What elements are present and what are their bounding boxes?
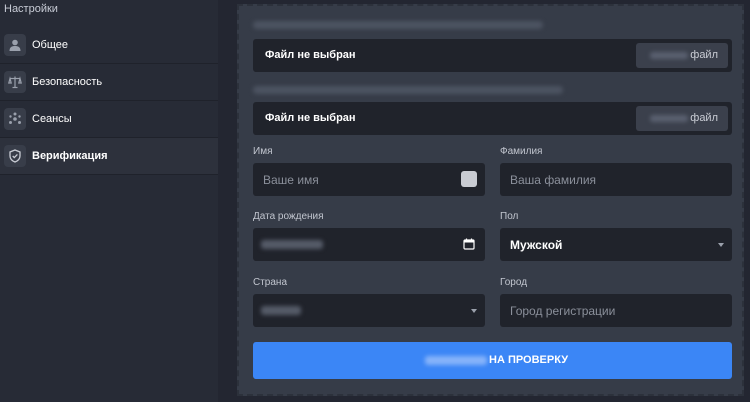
choose-file-button[interactable]: файл: [636, 106, 728, 131]
selfie-upload-row: Файл не выбран файл: [253, 102, 732, 135]
sidebar-menu: Общее Безопасность Сеансы Верификация: [0, 27, 218, 175]
chevron-down-icon: [471, 309, 477, 313]
sidebar-item-security[interactable]: Безопасность: [0, 64, 218, 101]
sidebar-item-general[interactable]: Общее: [0, 27, 218, 64]
file-status: Файл не выбран: [265, 49, 356, 61]
file-status: Файл не выбран: [265, 112, 356, 124]
gender-select[interactable]: Мужской: [500, 228, 732, 261]
calendar-icon[interactable]: [463, 238, 475, 250]
first-name-label: Имя: [253, 146, 273, 157]
submit-for-review-button[interactable]: НА ПРОВЕРКУ: [253, 342, 732, 379]
choose-file-button[interactable]: файл: [636, 43, 728, 68]
sidebar-item-label: Сеансы: [32, 113, 72, 125]
sessions-icon: [4, 108, 26, 130]
last-name-input[interactable]: [500, 163, 732, 196]
country-select[interactable]: [253, 294, 485, 327]
city-input[interactable]: [500, 294, 732, 327]
sidebar-title: Настройки: [4, 3, 58, 15]
scales-icon: [4, 71, 26, 93]
user-icon: [4, 34, 26, 56]
city-label: Город: [500, 277, 528, 288]
last-name-label: Фамилия: [500, 146, 543, 157]
choose-file-label: файл: [690, 112, 718, 124]
country-label: Страна: [253, 277, 288, 288]
blurred-instruction: [253, 21, 543, 29]
sidebar-item-label: Верификация: [32, 150, 108, 162]
blurred-button-text: [425, 356, 487, 365]
sidebar-item-label: Безопасность: [32, 76, 103, 88]
birth-date-input[interactable]: [253, 228, 485, 261]
sidebar-item-label: Общее: [32, 39, 69, 51]
first-name-input[interactable]: [253, 163, 485, 196]
gender-selected-value: Мужской: [510, 238, 563, 252]
blurred-date-value: [261, 240, 323, 249]
blurred-button-text: [650, 52, 688, 59]
verification-form: Файл не выбран файл Файл не выбран файл …: [237, 4, 744, 396]
submit-label: НА ПРОВЕРКУ: [489, 354, 569, 366]
gender-label: Пол: [500, 211, 519, 222]
blurred-instruction: [253, 86, 563, 94]
birth-date-label: Дата рождения: [253, 211, 324, 222]
first-name-field: [253, 163, 485, 196]
chevron-down-icon: [718, 243, 724, 247]
contact-card-icon: [461, 171, 477, 187]
sidebar-item-sessions[interactable]: Сеансы: [0, 101, 218, 138]
blurred-button-text: [650, 115, 688, 122]
sidebar-item-verification[interactable]: Верификация: [0, 138, 218, 175]
city-field: [500, 294, 732, 327]
shield-icon: [4, 145, 26, 167]
blurred-country-value: [261, 306, 301, 315]
last-name-field: [500, 163, 732, 196]
choose-file-label: файл: [690, 49, 718, 61]
settings-sidebar: Настройки Общее Безопасность Сеансы Вери…: [0, 0, 218, 402]
document-upload-row: Файл не выбран файл: [253, 39, 732, 72]
